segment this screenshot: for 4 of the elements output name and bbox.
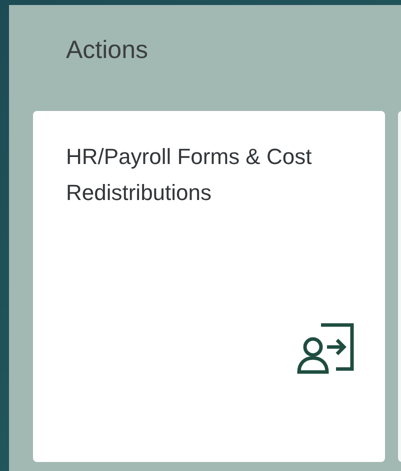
section-title: Actions — [66, 35, 149, 65]
person-arrow-icon — [297, 323, 355, 375]
action-tile[interactable]: HR/Payroll Forms & Cost Redistributions — [33, 111, 385, 462]
tile-title: HR/Payroll Forms & Cost Redistributions — [66, 143, 313, 207]
